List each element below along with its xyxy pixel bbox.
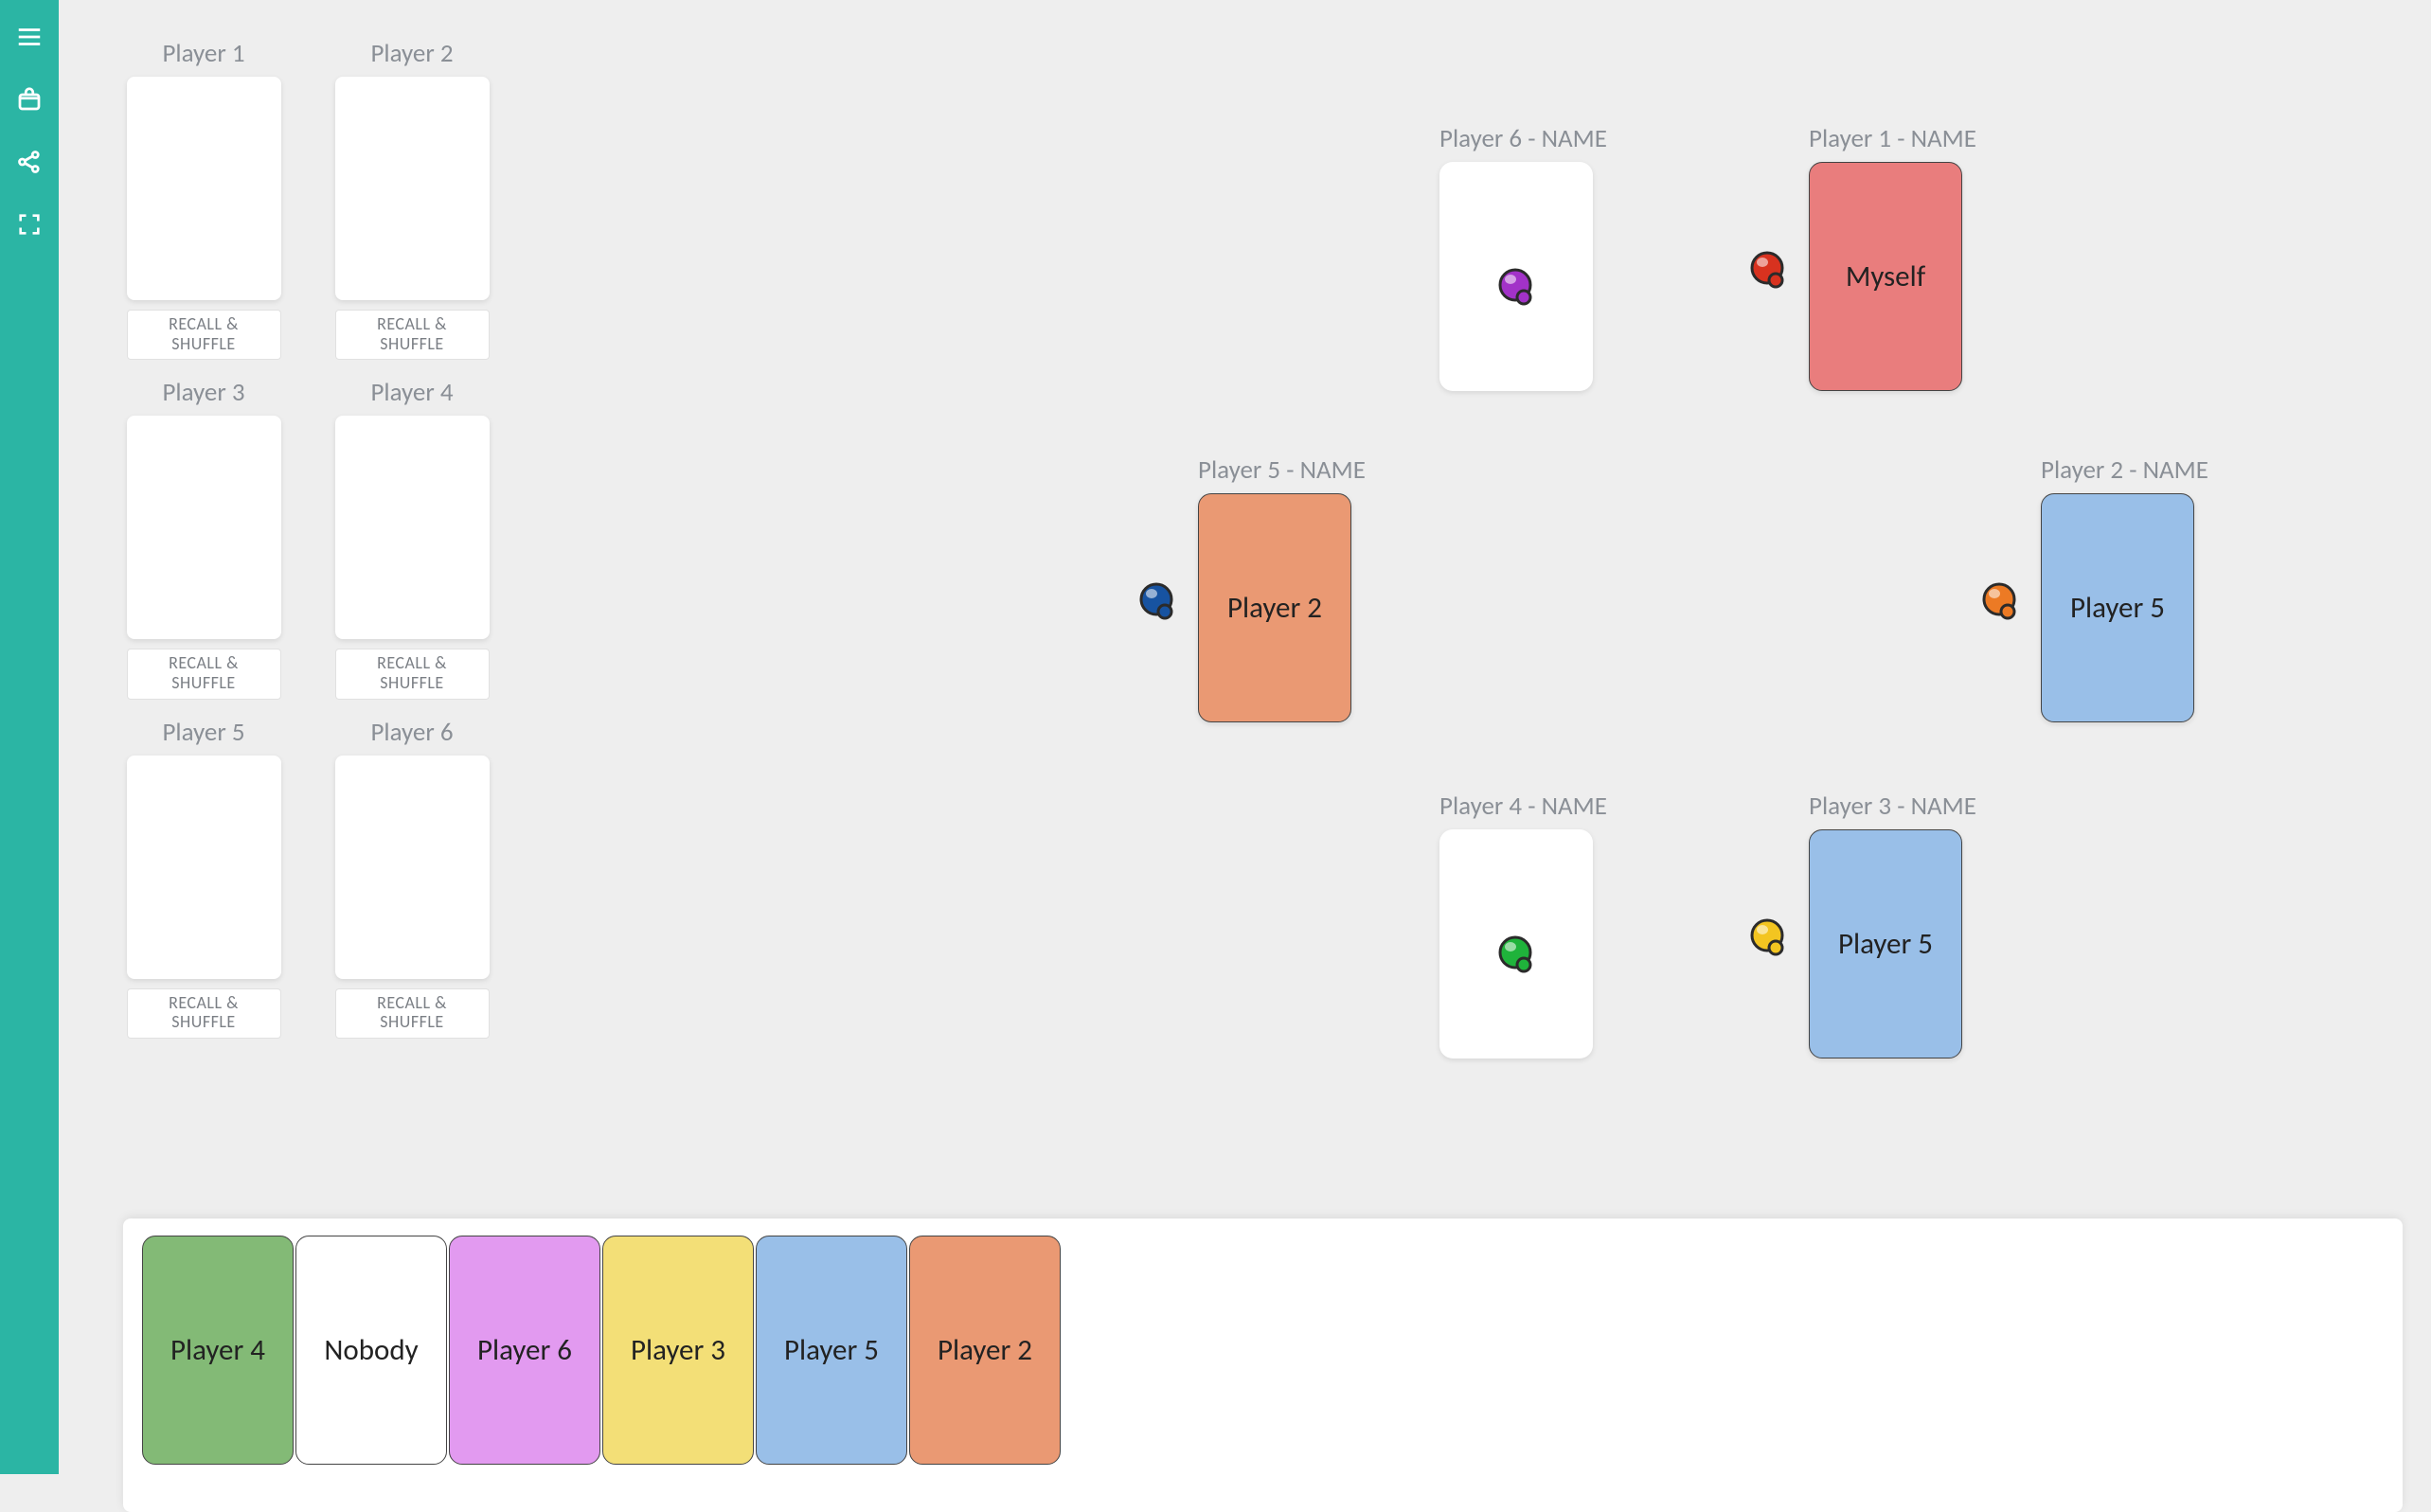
player-pawn-icon[interactable] bbox=[1748, 249, 1790, 291]
deck-slot: Player 6 RECALL &SHUFFLE bbox=[331, 717, 492, 1039]
player-pawn-icon[interactable] bbox=[1137, 580, 1179, 622]
player-pawn-icon[interactable] bbox=[1496, 266, 1538, 308]
seat-label: Player 4 - NAME bbox=[1439, 791, 1600, 822]
deck-label: Player 6 bbox=[370, 717, 453, 748]
deck-slot: Player 4 RECALL &SHUFFLE bbox=[331, 377, 492, 699]
recall-shuffle-button[interactable]: RECALL &SHUFFLE bbox=[335, 649, 490, 699]
seat: Player 5 - NAME Player 2 bbox=[1198, 454, 1359, 722]
deck-box[interactable] bbox=[335, 416, 490, 639]
deck-slot: Player 5 RECALL &SHUFFLE bbox=[123, 717, 284, 1039]
deck-box[interactable] bbox=[127, 756, 281, 979]
recall-shuffle-button[interactable]: RECALL &SHUFFLE bbox=[335, 988, 490, 1039]
deck-grid: Player 1 RECALL &SHUFFLE Player 2 RECALL… bbox=[123, 38, 492, 1039]
hand-card[interactable]: Player 4 bbox=[142, 1236, 294, 1465]
player-pawn-icon[interactable] bbox=[1496, 934, 1538, 975]
game-bag-icon[interactable] bbox=[11, 81, 47, 117]
deck-box[interactable] bbox=[335, 77, 490, 300]
deck-label: Player 4 bbox=[370, 377, 453, 408]
player-pawn-icon[interactable] bbox=[1980, 580, 2022, 622]
recall-shuffle-button[interactable]: RECALL &SHUFFLE bbox=[127, 649, 281, 699]
deck-label: Player 5 bbox=[162, 717, 244, 748]
recall-shuffle-button[interactable]: RECALL &SHUFFLE bbox=[127, 310, 281, 360]
seat-label: Player 1 - NAME bbox=[1809, 123, 1970, 154]
seat-label: Player 6 - NAME bbox=[1439, 123, 1600, 154]
deck-label: Player 2 bbox=[370, 38, 453, 69]
deck-slot: Player 3 RECALL &SHUFFLE bbox=[123, 377, 284, 699]
menu-icon[interactable] bbox=[11, 19, 47, 55]
seat: Player 1 - NAME Myself bbox=[1809, 123, 1970, 391]
recall-shuffle-button[interactable]: RECALL &SHUFFLE bbox=[335, 310, 490, 360]
share-icon[interactable] bbox=[11, 144, 47, 180]
seat: Player 4 - NAME bbox=[1439, 791, 1600, 1058]
recall-shuffle-button[interactable]: RECALL &SHUFFLE bbox=[127, 988, 281, 1039]
fullscreen-icon[interactable] bbox=[11, 206, 47, 242]
hand-card[interactable]: Player 6 bbox=[449, 1236, 600, 1465]
left-toolbar bbox=[0, 0, 59, 1474]
seat: Player 6 - NAME bbox=[1439, 123, 1600, 391]
deck-box[interactable] bbox=[127, 416, 281, 639]
deck-slot: Player 2 RECALL &SHUFFLE bbox=[331, 38, 492, 360]
seat-label: Player 2 - NAME bbox=[2041, 454, 2202, 486]
hand-card[interactable]: Player 3 bbox=[602, 1236, 754, 1465]
player-pawn-icon[interactable] bbox=[1748, 916, 1790, 958]
seat-card[interactable]: Player 5 bbox=[1809, 829, 1962, 1058]
seat: Player 2 - NAME Player 5 bbox=[2041, 454, 2202, 722]
deck-box[interactable] bbox=[335, 756, 490, 979]
seat: Player 3 - NAME Player 5 bbox=[1809, 791, 1970, 1058]
hand-card[interactable]: Player 5 bbox=[756, 1236, 907, 1465]
deck-box[interactable] bbox=[127, 77, 281, 300]
hand-tray: Player 4NobodyPlayer 6Player 3Player 5Pl… bbox=[123, 1218, 2403, 1512]
seat-card[interactable]: Player 5 bbox=[2041, 493, 2194, 722]
deck-label: Player 1 bbox=[162, 38, 244, 69]
hand-card[interactable]: Nobody bbox=[295, 1236, 447, 1465]
seat-label: Player 3 - NAME bbox=[1809, 791, 1970, 822]
hand-card[interactable]: Player 2 bbox=[909, 1236, 1061, 1465]
deck-label: Player 3 bbox=[162, 377, 244, 408]
seat-card[interactable]: Player 2 bbox=[1198, 493, 1351, 722]
seat-card[interactable]: Myself bbox=[1809, 162, 1962, 391]
seat-label: Player 5 - NAME bbox=[1198, 454, 1359, 486]
deck-slot: Player 1 RECALL &SHUFFLE bbox=[123, 38, 284, 360]
